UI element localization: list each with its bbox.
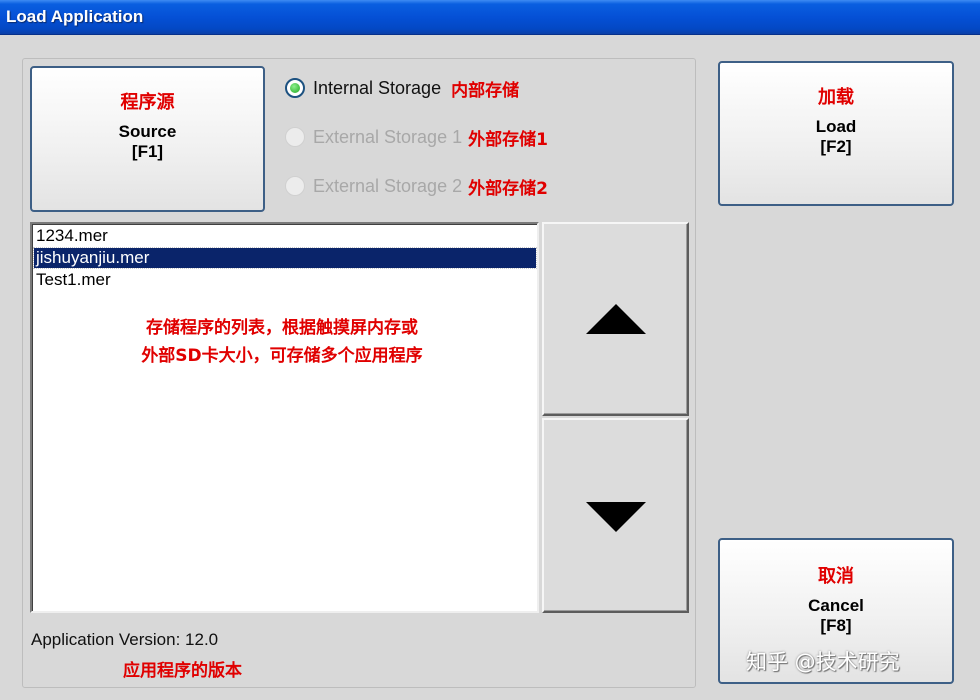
cancel-button-key: [F8] [820, 616, 852, 635]
load-button-label: Load [815, 117, 857, 136]
load-button-annotation: 加载 [818, 87, 854, 108]
radio-external-storage-2[interactable]: External Storage 2 外部存储2 [285, 172, 548, 200]
radio-external-storage-2-label: External Storage 2 [313, 175, 463, 196]
radio-internal-storage-annotation: 内部存储 [451, 80, 520, 101]
arrow-up-icon [586, 304, 646, 334]
radio-external-storage-1[interactable]: External Storage 1 外部存储1 [285, 123, 548, 151]
radio-unchecked-icon[interactable] [285, 127, 305, 147]
list-item[interactable]: 1234.mer [34, 226, 536, 246]
radio-checked-icon[interactable] [285, 78, 305, 98]
source-button[interactable]: 程序源 Source [F1] [30, 66, 265, 212]
list-annotation: 存储程序的列表，根据触摸屏内存或 外部SD卡大小，可存储多个应用程序 [92, 314, 472, 370]
source-button-label: Source [118, 122, 177, 141]
radio-internal-storage[interactable]: Internal Storage 内部存储 [285, 74, 519, 102]
source-button-key: [F1] [131, 142, 164, 161]
load-button[interactable]: 加载 Load [F2] [718, 61, 954, 206]
application-list[interactable]: 1234.mer jishuyanjiu.mer Test1.mer 存储程序的… [30, 222, 539, 613]
load-button-key: [F2] [820, 137, 852, 156]
list-annotation-line-2: 外部SD卡大小，可存储多个应用程序 [141, 346, 423, 366]
radio-internal-storage-label: Internal Storage [313, 77, 442, 98]
scroll-down-button[interactable] [542, 418, 689, 613]
cancel-button-label: Cancel [808, 596, 864, 615]
version-annotation: 应用程序的版本 [123, 661, 242, 681]
title-bar: Load Application [0, 0, 980, 35]
radio-external-storage-1-annotation: 外部存储1 [468, 129, 548, 150]
scroll-up-button[interactable] [542, 222, 689, 416]
cancel-button-annotation: 取消 [818, 566, 854, 587]
radio-external-storage-1-label: External Storage 1 [313, 126, 463, 147]
list-item-selected[interactable]: jishuyanjiu.mer [33, 247, 537, 269]
list-item[interactable]: Test1.mer [34, 270, 536, 290]
radio-external-storage-2-annotation: 外部存储2 [468, 178, 548, 199]
radio-unchecked-icon[interactable] [285, 176, 305, 196]
watermark-credit: 知乎 @技术研究 [746, 650, 900, 674]
list-annotation-line-1: 存储程序的列表，根据触摸屏内存或 [146, 318, 418, 338]
source-button-annotation: 程序源 [120, 92, 175, 113]
window-title: Load Application [6, 7, 144, 26]
arrow-down-icon [586, 502, 646, 532]
application-version: Application Version: 12.0 [31, 630, 219, 649]
